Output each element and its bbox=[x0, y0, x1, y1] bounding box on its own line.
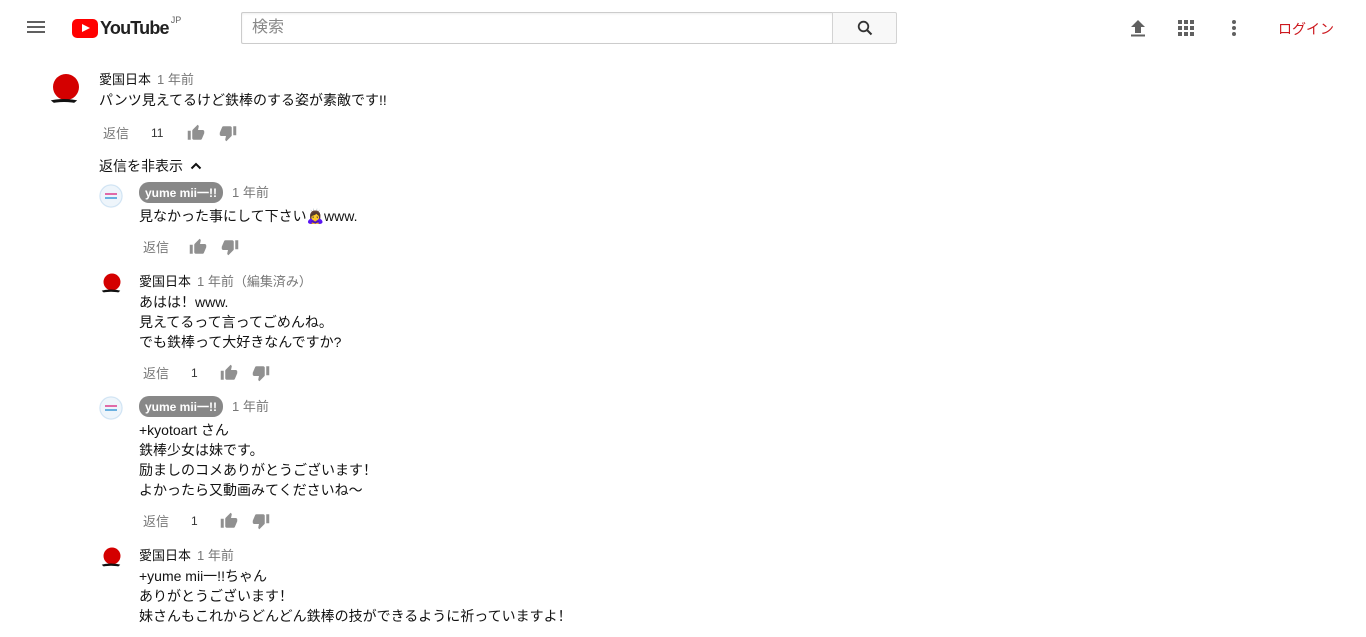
comment-text: +kyotoart さん 鉄棒少女は妹です。 励ましのコメありがとうございます！… bbox=[139, 420, 377, 500]
comment-line: +kyotoart さん bbox=[139, 422, 229, 438]
search-input[interactable] bbox=[241, 12, 833, 44]
thumbs-down-icon[interactable] bbox=[252, 512, 270, 530]
comment-actions: 返信 1 bbox=[143, 363, 270, 382]
comment-header: yume mii一!! 1 年前 bbox=[139, 396, 269, 417]
comment-header: 愛国日本 1 年前（編集済み） bbox=[139, 271, 312, 290]
play-icon bbox=[72, 18, 98, 38]
apps-grid-icon bbox=[1178, 20, 1194, 36]
reply-comment: yume mii一!! 1 年前 見なかった事にして下さい🙇‍♀️www. 返信 bbox=[0, 178, 1366, 260]
comment-line: 見なかった事にして下さい🙇‍♀️www. bbox=[139, 208, 358, 224]
thumbs-up-icon[interactable] bbox=[220, 512, 238, 530]
upload-icon bbox=[1131, 20, 1145, 37]
masthead: YouTube JP ログイン bbox=[0, 0, 1366, 56]
rising-sun-avatar-icon bbox=[99, 271, 123, 295]
comment-line: 励ましのコメありがとうございます！ bbox=[139, 462, 377, 478]
comment-time[interactable]: 1 年前 bbox=[232, 185, 269, 200]
hide-replies-button[interactable]: 返信を非表示 bbox=[99, 156, 202, 176]
reply-button[interactable]: 返信 bbox=[143, 363, 169, 382]
author-name[interactable]: 愛国日本 bbox=[139, 274, 191, 289]
comment-text: パンツ見えてるけど鉄棒のする姿が素敵です!! bbox=[99, 92, 387, 108]
yume-mii-avatar-icon bbox=[99, 396, 123, 420]
upload-button[interactable] bbox=[1126, 16, 1150, 40]
like-count: 1 bbox=[191, 365, 198, 380]
comment-text: あはは！www. 見えてるって言ってごめんね。 でも鉄棒って大好きなんですか? bbox=[139, 292, 341, 352]
more-vert-icon bbox=[1232, 20, 1236, 36]
comment-line: 見えてるって言ってごめんね。 bbox=[139, 314, 333, 330]
avatar[interactable] bbox=[99, 184, 123, 208]
reply-button[interactable]: 返信 bbox=[143, 237, 169, 256]
comment-actions: 返信 bbox=[143, 237, 239, 256]
reply-comment: 愛国日本 1 年前（編集済み） あはは！www. 見えてるって言ってごめんね。 で… bbox=[0, 265, 1366, 385]
reply-comment: yume mii一!! 1 年前 +kyotoart さん 鉄棒少女は妹です。 励… bbox=[0, 392, 1366, 532]
chevron-up-icon bbox=[190, 162, 202, 170]
comment-line: 妹さんもこれからどんどん鉄棒の技ができるように祈っていますよ！ bbox=[139, 608, 572, 624]
thumbs-up-icon[interactable] bbox=[187, 124, 205, 142]
youtube-logo[interactable]: YouTube JP bbox=[72, 15, 182, 39]
author-chip[interactable]: yume mii一!! bbox=[139, 182, 224, 203]
comment-time[interactable]: 1 年前 bbox=[232, 399, 269, 414]
comment-line: 鉄棒少女は妹です。 bbox=[139, 442, 264, 458]
like-count: 11 bbox=[151, 125, 164, 140]
rising-sun-avatar-icon bbox=[46, 70, 82, 106]
comment-line: ありがとうございます！ bbox=[139, 588, 293, 604]
comment-actions: 返信 1 bbox=[143, 511, 270, 530]
thumbs-down-icon[interactable] bbox=[221, 238, 239, 256]
search-icon bbox=[857, 20, 873, 36]
logo-region: JP bbox=[170, 15, 182, 25]
comment-header: 愛国日本 1 年前 bbox=[139, 545, 234, 564]
more-button[interactable] bbox=[1222, 16, 1246, 40]
author-name[interactable]: 愛国日本 bbox=[99, 72, 151, 87]
logo-text: YouTube bbox=[100, 17, 170, 38]
comment-time[interactable]: 1 年前 bbox=[157, 72, 194, 87]
comment-actions: 返信 11 bbox=[103, 123, 237, 142]
comment-time[interactable]: 1 年前（編集済み） bbox=[197, 274, 312, 289]
comment-thread: 愛国日本 1 年前 パンツ見えてるけど鉄棒のする姿が素敵です!! 返信 11 bbox=[0, 56, 1366, 146]
thumbs-down-icon[interactable] bbox=[219, 124, 237, 142]
reply-button[interactable]: 返信 bbox=[103, 123, 129, 142]
avatar[interactable] bbox=[46, 70, 82, 106]
avatar[interactable] bbox=[99, 396, 123, 420]
yume-mii-avatar-icon bbox=[99, 184, 123, 208]
login-link[interactable]: ログイン bbox=[1278, 19, 1334, 39]
hide-replies-label: 返信を非表示 bbox=[99, 158, 183, 174]
reply-comment: 愛国日本 1 年前 +yume mii一!!ちゃん ありがとうございます！ 妹さん… bbox=[0, 539, 1366, 637]
search-button[interactable] bbox=[832, 12, 897, 44]
comment-line: よかったら又動画みてくださいね〜 bbox=[139, 482, 363, 498]
comments-section: 愛国日本 1 年前 パンツ見えてるけど鉄棒のする姿が素敵です!! 返信 11 返信… bbox=[0, 56, 1366, 637]
menu-icon[interactable] bbox=[24, 18, 48, 38]
thumbs-up-icon[interactable] bbox=[189, 238, 207, 256]
comment-text: 見なかった事にして下さい🙇‍♀️www. bbox=[139, 206, 357, 226]
comment-line: あはは！www. bbox=[139, 294, 229, 310]
apps-button[interactable] bbox=[1174, 16, 1198, 40]
comment-header: yume mii一!! 1 年前 bbox=[139, 182, 269, 203]
comment-line: +yume mii一!!ちゃん bbox=[139, 568, 267, 584]
rising-sun-avatar-icon bbox=[99, 545, 123, 569]
thumbs-up-icon[interactable] bbox=[220, 364, 238, 382]
thumbs-down-icon[interactable] bbox=[252, 364, 270, 382]
avatar[interactable] bbox=[99, 271, 123, 295]
reply-button[interactable]: 返信 bbox=[143, 511, 169, 530]
author-name[interactable]: 愛国日本 bbox=[139, 548, 191, 563]
like-count: 1 bbox=[191, 513, 198, 528]
author-chip[interactable]: yume mii一!! bbox=[139, 396, 224, 417]
comment-text: +yume mii一!!ちゃん ありがとうございます！ 妹さんもこれからどんどん… bbox=[139, 566, 572, 626]
comment-line: でも鉄棒って大好きなんですか? bbox=[139, 334, 342, 350]
avatar[interactable] bbox=[99, 545, 123, 569]
comment-header: 愛国日本 1 年前 bbox=[99, 69, 194, 88]
comment-time[interactable]: 1 年前 bbox=[197, 548, 234, 563]
